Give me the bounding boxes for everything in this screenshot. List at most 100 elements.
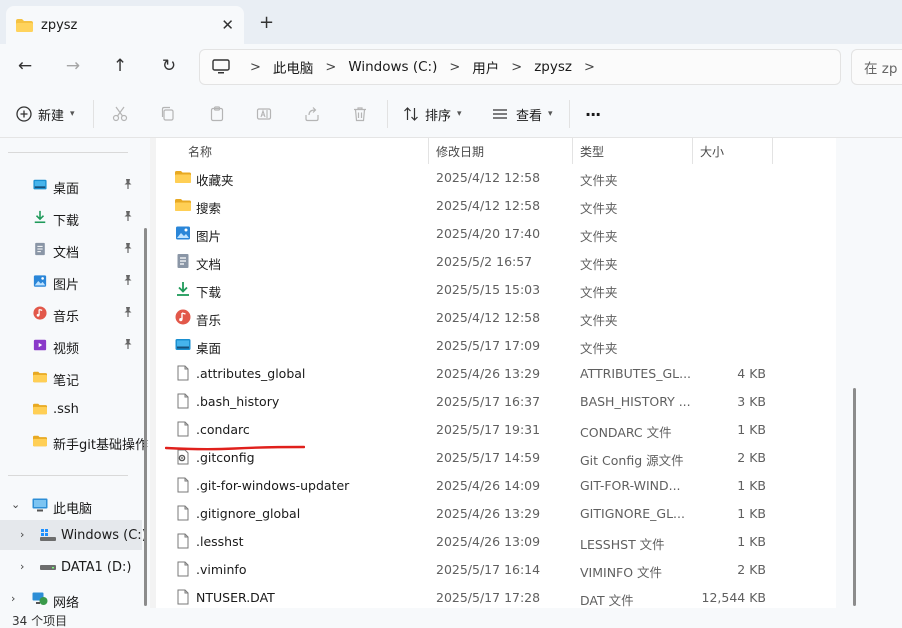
sidebar-item-quick-access[interactable]: 音乐 bbox=[0, 298, 142, 328]
file-row[interactable]: 收藏夹 2025/4/12 12:58 文件夹 bbox=[170, 163, 770, 191]
sidebar-item-label: 音乐 bbox=[53, 310, 80, 325]
sidebar-item-quick-access[interactable]: 文档 bbox=[0, 234, 142, 264]
file-row[interactable]: .condarc 2025/5/17 19:31 CONDARC 文件 1 KB bbox=[170, 415, 770, 443]
file-row[interactable]: 桌面 2025/5/17 17:09 文件夹 bbox=[170, 331, 770, 359]
monitor-icon bbox=[212, 59, 230, 74]
sidebar-item-quick-access[interactable]: 图片 bbox=[0, 266, 142, 296]
file-type: CONDARC 文件 bbox=[580, 425, 672, 440]
file-row[interactable]: 音乐 2025/4/12 12:58 文件夹 bbox=[170, 303, 770, 331]
folder-icon bbox=[16, 18, 33, 32]
pin-icon[interactable] bbox=[122, 242, 134, 254]
file-icon bbox=[177, 533, 189, 549]
sidebar-item-quick-access[interactable]: .ssh bbox=[0, 394, 142, 424]
sidebar-item-label: 此电脑 bbox=[53, 502, 93, 517]
file-row[interactable]: .viminfo 2025/5/17 16:14 VIMINFO 文件 2 KB bbox=[170, 555, 770, 583]
sidebar-item-quick-access[interactable]: 桌面 bbox=[0, 170, 142, 200]
file-type: BASH_HISTORY ... bbox=[580, 394, 690, 409]
breadcrumb-windows-c[interactable]: Windows (C:) bbox=[348, 59, 437, 75]
file-row[interactable]: 下载 2025/5/15 15:03 文件夹 bbox=[170, 275, 770, 303]
file-list-scrollbar[interactable] bbox=[853, 388, 856, 606]
sidebar-item-this-pc[interactable]: ⌄ 此电脑 bbox=[0, 490, 142, 520]
sidebar-item-quick-access[interactable]: 视频 bbox=[0, 330, 142, 360]
paste-icon[interactable] bbox=[205, 102, 229, 126]
file-type: 文件夹 bbox=[580, 313, 618, 328]
file-row[interactable]: 文档 2025/5/2 16:57 文件夹 bbox=[170, 247, 770, 275]
search-input[interactable]: 在 zp bbox=[851, 49, 902, 85]
chevron-down-icon[interactable]: ⌄ bbox=[11, 498, 20, 511]
copy-icon[interactable] bbox=[156, 102, 180, 126]
sidebar-item-quick-access[interactable]: 下载 bbox=[0, 202, 142, 232]
pin-icon[interactable] bbox=[122, 210, 134, 222]
pin-icon[interactable] bbox=[122, 338, 134, 350]
tab-title: zpysz bbox=[41, 17, 78, 33]
column-header-type[interactable]: 类型 bbox=[580, 138, 604, 164]
up-button[interactable]: ↑ bbox=[108, 54, 132, 78]
file-row[interactable]: NTUSER.DAT 2025/5/17 17:28 DAT 文件 12,544 KB bbox=[170, 583, 770, 608]
column-divider[interactable] bbox=[572, 138, 573, 164]
sidebar-item-label: 网络 bbox=[53, 596, 80, 608]
column-header-name[interactable]: 名称 bbox=[188, 138, 212, 164]
red-underline-annotation bbox=[165, 445, 305, 451]
file-name: .condarc bbox=[196, 422, 250, 437]
close-tab-icon[interactable]: ✕ bbox=[221, 16, 234, 34]
file-name: .viminfo bbox=[196, 562, 247, 577]
rename-icon[interactable] bbox=[252, 102, 276, 126]
breadcrumb-separator[interactable]: > bbox=[584, 60, 595, 75]
divider bbox=[8, 475, 128, 476]
sidebar-item-windows-c[interactable]: › Windows (C:) bbox=[0, 520, 147, 550]
sidebar-item-quick-access[interactable]: 笔记 bbox=[0, 362, 142, 392]
column-header-size[interactable]: 大小 bbox=[700, 138, 724, 164]
cut-icon[interactable] bbox=[108, 102, 132, 126]
sidebar-item-quick-access[interactable]: 新手git基础操作 bbox=[0, 426, 148, 456]
new-button[interactable]: 新建 ▾ bbox=[16, 102, 75, 126]
more-options-button[interactable]: ··· bbox=[585, 102, 601, 126]
chevron-right-icon[interactable]: › bbox=[11, 592, 15, 605]
column-divider[interactable] bbox=[428, 138, 429, 164]
refresh-button[interactable]: ↻ bbox=[157, 54, 181, 78]
sidebar-item-label: Windows (C:) bbox=[61, 528, 147, 543]
file-row[interactable]: 搜索 2025/4/12 12:58 文件夹 bbox=[170, 191, 770, 219]
tab-zpysz[interactable]: zpysz ✕ bbox=[6, 6, 244, 44]
pin-icon[interactable] bbox=[122, 274, 134, 286]
chevron-right-icon[interactable]: › bbox=[20, 560, 24, 573]
back-button[interactable]: ← bbox=[13, 54, 37, 78]
forward-button[interactable]: → bbox=[61, 54, 85, 78]
column-divider[interactable] bbox=[772, 138, 773, 164]
sidebar-item-network[interactable]: › 网络 bbox=[0, 584, 142, 608]
file-date: 2025/5/17 14:59 bbox=[436, 450, 541, 465]
new-tab-button[interactable]: + bbox=[259, 12, 274, 33]
file-type: 文件夹 bbox=[580, 341, 618, 356]
view-button[interactable]: 查看 ▾ bbox=[492, 102, 553, 126]
divider bbox=[569, 100, 570, 128]
breadcrumb-zpysz[interactable]: zpysz bbox=[534, 59, 572, 75]
file-date: 2025/4/26 14:09 bbox=[436, 478, 541, 493]
sidebar-item-data1-d[interactable]: › DATA1 (D:) bbox=[0, 552, 142, 582]
delete-icon[interactable] bbox=[348, 102, 372, 126]
breadcrumb-this-pc[interactable]: 此电脑 bbox=[273, 57, 314, 77]
pc-icon bbox=[32, 498, 48, 512]
column-divider[interactable] bbox=[692, 138, 693, 164]
file-row[interactable]: .gitignore_global 2025/4/26 13:29 GITIGNOR… bbox=[170, 499, 770, 527]
file-row[interactable]: .lesshst 2025/4/26 13:09 LESSHST 文件 1 KB bbox=[170, 527, 770, 555]
column-header-date[interactable]: 修改日期 bbox=[436, 138, 484, 164]
breadcrumb-users[interactable]: 用户 bbox=[472, 57, 499, 77]
pin-icon[interactable] bbox=[122, 306, 134, 318]
address-bar[interactable]: > 此电脑 > Windows (C:) > 用户 > zpysz > bbox=[199, 49, 841, 85]
sort-button[interactable]: 排序 ▾ bbox=[403, 102, 462, 126]
file-date: 2025/4/26 13:09 bbox=[436, 534, 541, 549]
file-row[interactable]: .attributes_global 2025/4/26 13:29 ATTRIBU… bbox=[170, 359, 770, 387]
breadcrumb-separator: > bbox=[250, 59, 261, 75]
file-type: 文件夹 bbox=[580, 229, 618, 244]
sidebar-scrollbar[interactable] bbox=[144, 228, 147, 606]
file-row[interactable]: .bash_history 2025/5/17 16:37 BASH_HISTORY… bbox=[170, 387, 770, 415]
file-size: 1 KB bbox=[737, 534, 766, 549]
chevron-right-icon[interactable]: › bbox=[20, 528, 24, 541]
file-date: 2025/5/17 16:14 bbox=[436, 562, 541, 577]
share-icon[interactable] bbox=[300, 102, 324, 126]
file-size: 12,544 KB bbox=[701, 590, 766, 605]
file-type: ATTRIBUTES_GL... bbox=[580, 366, 690, 381]
sidebar-item-label: 视频 bbox=[53, 342, 80, 357]
file-row[interactable]: 图片 2025/4/20 17:40 文件夹 bbox=[170, 219, 770, 247]
pin-icon[interactable] bbox=[122, 178, 134, 190]
file-row[interactable]: .git-for-windows-updater 2025/4/26 14:09 G… bbox=[170, 471, 770, 499]
